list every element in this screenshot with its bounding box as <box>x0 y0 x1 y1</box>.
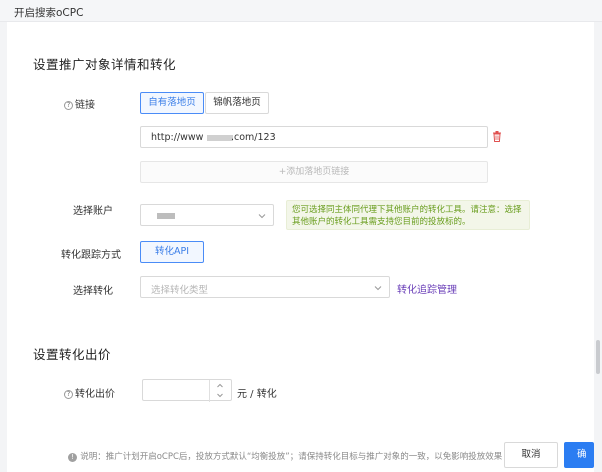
chevron-down-icon <box>257 211 267 221</box>
conversion-tracking-manage-link[interactable]: 转化追踪管理 <box>397 281 457 296</box>
conversion-select[interactable]: 选择转化类型 <box>140 276 390 298</box>
left-edge <box>0 22 7 472</box>
tab-jinfan-landing-page[interactable]: 锦帆落地页 <box>205 92 269 114</box>
tracking-label: 转化跟踪方式 <box>61 250 121 261</box>
add-landing-page-button[interactable]: +添加落地页链接 <box>140 161 488 183</box>
url-suffix: .com/123 <box>231 132 276 143</box>
chevron-down-icon <box>373 283 383 293</box>
tracking-api-option[interactable]: 转化API <box>140 241 204 263</box>
trash-icon[interactable] <box>492 131 502 142</box>
bid-unit: 元 / 转化 <box>237 389 277 400</box>
url-input[interactable]: http://www .com/123 <box>140 126 488 148</box>
conversion-placeholder: 选择转化类型 <box>151 285 209 296</box>
window-header <box>0 0 602 22</box>
stepper-up-icon[interactable] <box>215 381 225 390</box>
account-masked-value <box>157 213 175 219</box>
footer-note: ! 说明：推广计划开启oCPC后，投放方式默认“均衡投放”；请保持转化目标与推广… <box>68 450 502 462</box>
conversion-label: 选择转化 <box>73 286 113 297</box>
scrollbar-track[interactable] <box>594 22 602 472</box>
stepper-down-icon[interactable] <box>215 391 225 400</box>
account-select[interactable] <box>140 204 274 226</box>
info-icon: ! <box>68 453 77 462</box>
question-icon[interactable]: ? <box>64 101 73 110</box>
account-label: 选择账户 <box>73 206 113 217</box>
section-title-bid: 设置转化出价 <box>33 347 112 362</box>
window-title: 开启搜索oCPC <box>14 7 84 19</box>
cancel-button[interactable]: 取消 <box>504 442 558 468</box>
scrollbar-thumb[interactable] <box>596 340 600 374</box>
url-masked-part <box>207 135 233 141</box>
tab-own-landing-page[interactable]: 自有落地页 <box>140 92 204 114</box>
section-title-target: 设置推广对象详情和转化 <box>33 57 177 72</box>
account-tip: 您可选择同主体同代理下其他账户的转化工具。请注意：选择其他账户的转化工具需支持您… <box>286 200 530 230</box>
bid-input[interactable] <box>142 379 232 402</box>
stepper-divider <box>209 380 210 402</box>
link-label: ? 链接 <box>64 96 95 111</box>
question-icon[interactable]: ? <box>64 390 73 399</box>
url-prefix: http://www <box>151 132 204 143</box>
confirm-button[interactable]: 确定 <box>564 442 594 468</box>
bid-label: ? 转化出价 <box>64 385 115 400</box>
